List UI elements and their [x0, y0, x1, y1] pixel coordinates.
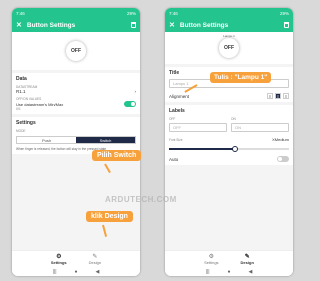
section-title: Settings [16, 120, 36, 126]
widget-preview: OFF [12, 32, 140, 70]
page-title: Button Settings [179, 21, 229, 29]
right-phone-screen: 7:46 29% ✕ Button Settings Lampu 1 OFF T… [165, 8, 293, 276]
offon-value: Use datastream's Min/Max [16, 101, 64, 107]
bottom-tabs: ⚙ Settings ✎ Design [12, 250, 140, 268]
callout-pilih-switch: Pilih Switch [92, 150, 142, 161]
font-size-slider-fill [169, 148, 235, 150]
page-title: Button Settings [26, 21, 76, 29]
mode-segmented-control: Push Switch [16, 136, 136, 144]
tab-design-label: Design [88, 260, 102, 265]
alignment-buttons: ≡ ≡ ≡ [267, 93, 289, 99]
font-size-slider[interactable] [169, 146, 289, 152]
close-icon[interactable]: ✕ [169, 21, 175, 29]
back-icon[interactable]: ◀ [249, 269, 253, 275]
font-size-value: XMedium [272, 137, 289, 142]
preview-button[interactable]: OFF [66, 41, 86, 61]
font-size-label: Font Size [169, 137, 183, 142]
section-title: Labels [169, 108, 185, 114]
datastream-selector[interactable]: R1.1 › [16, 89, 136, 94]
status-battery: 29% [126, 10, 136, 16]
align-center-icon[interactable]: ≡ [275, 93, 281, 99]
off-label-input[interactable]: OFF [169, 123, 227, 132]
back-icon[interactable]: ◀ [96, 269, 100, 275]
status-bar: 7:46 29% [12, 8, 140, 18]
home-icon[interactable]: ● [75, 269, 78, 275]
data-section: Data DATASTREAM R1.1 › OFF/ON VALUES Use… [12, 73, 140, 114]
home-icon[interactable]: ● [228, 269, 231, 275]
recents-icon[interactable]: ||| [53, 269, 57, 275]
left-phone-screen: 7:46 29% ✕ Button Settings OFF Data DATA… [12, 8, 140, 276]
settings-section: Settings MODE Push Switch When finger is… [12, 117, 140, 154]
bottom-tabs: ⚙ Settings ✎ Design [165, 250, 293, 268]
app-bar: ✕ Button Settings [165, 18, 293, 32]
tab-design[interactable]: ✎ Design [241, 254, 254, 265]
trash-icon[interactable] [131, 22, 136, 28]
tab-settings[interactable]: ⚙ Settings [51, 254, 67, 265]
alignment-label: Alignment [169, 93, 190, 99]
status-battery: 29% [279, 10, 289, 16]
trash-icon[interactable] [284, 22, 289, 28]
tab-design-label: Design [240, 260, 254, 265]
tab-settings-label: Settings [204, 260, 219, 265]
system-nav-bar: ||| ● ◀ [12, 268, 140, 276]
app-bar: ✕ Button Settings [12, 18, 140, 32]
status-time: 7:46 [16, 10, 25, 16]
auto-label: Auto [169, 156, 179, 162]
auto-toggle[interactable] [277, 156, 289, 162]
tab-design[interactable]: ✎ Design [89, 254, 101, 265]
callout-tulis-lampu: Tulis : "Lampu 1" [210, 72, 272, 83]
labels-section: Labels OFF OFF ON ON Font Size XMedium A… [165, 105, 293, 165]
widget-preview: Lampu 1 OFF [165, 32, 293, 64]
widget-title-tag: Lampu 1 [223, 34, 235, 38]
recents-icon[interactable]: ||| [206, 269, 210, 275]
status-bar: 7:46 29% [165, 8, 293, 18]
off-label: OFF [169, 117, 176, 121]
system-nav-bar: ||| ● ◀ [165, 268, 293, 276]
font-size-slider-knob[interactable] [232, 146, 238, 152]
mode-switch-option[interactable]: Switch [76, 137, 135, 143]
status-time: 7:46 [169, 10, 178, 16]
offon-sub: 0/1 [16, 107, 21, 111]
mode-push-option[interactable]: Push [17, 137, 76, 143]
offon-toggle[interactable] [124, 101, 136, 107]
chevron-right-icon: › [134, 89, 137, 94]
align-right-icon[interactable]: ≡ [283, 93, 289, 99]
on-label-input[interactable]: ON [231, 123, 289, 132]
preview-button[interactable]: OFF [219, 38, 239, 58]
watermark: ARDUTECH.COM [105, 195, 177, 204]
tab-settings[interactable]: ⚙ Settings [204, 254, 218, 265]
datastream-value: R1.1 [16, 89, 26, 94]
callout-klik-design: klik Design [86, 211, 133, 222]
alignment-row: Alignment ≡ ≡ ≡ [169, 93, 289, 99]
mode-label: MODE [16, 129, 26, 133]
close-icon[interactable]: ✕ [16, 21, 22, 29]
section-title: Data [16, 76, 27, 82]
align-left-icon[interactable]: ≡ [267, 93, 273, 99]
tab-settings-label: Settings [50, 260, 67, 265]
on-label: ON [231, 117, 236, 121]
